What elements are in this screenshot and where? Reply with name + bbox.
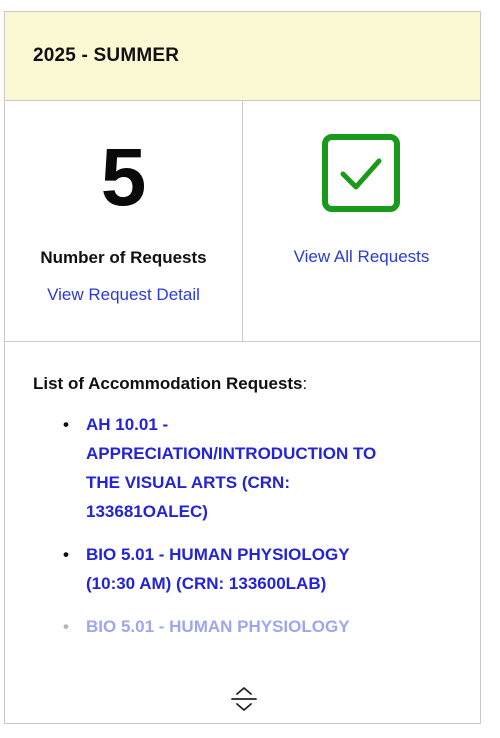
- view-request-detail-link[interactable]: View Request Detail: [5, 285, 242, 305]
- bullet-icon: •: [63, 415, 69, 434]
- list-title-suffix: :: [302, 374, 308, 393]
- list-title-text: List of Accommodation Requests: [33, 374, 303, 393]
- request-count-panel: 5 Number of Requests View Request Detail: [5, 101, 243, 341]
- stats-row: 5 Number of Requests View Request Detail…: [5, 101, 480, 342]
- term-card: 2025 - SUMMER 5 Number of Requests View …: [4, 11, 481, 724]
- bullet-icon: •: [63, 545, 69, 564]
- list-title: List of Accommodation Requests:: [33, 374, 480, 394]
- course-link[interactable]: AH 10.01 - APPRECIATION/INTRODUCTION TO …: [86, 415, 376, 521]
- course-link[interactable]: BIO 5.01 - HUMAN PHYSIOLOGY (10:30 AM) (…: [86, 545, 349, 593]
- view-all-requests-link[interactable]: View All Requests: [243, 247, 480, 267]
- all-requests-panel: View All Requests: [243, 101, 480, 341]
- expand-collapse-icon[interactable]: [229, 684, 259, 714]
- term-title: 2025 - SUMMER: [33, 45, 180, 66]
- request-count: 5: [100, 132, 147, 223]
- accommodation-request-list: • AH 10.01 - APPRECIATION/INTRODUCTION T…: [33, 410, 480, 641]
- check-square-icon: [321, 133, 401, 213]
- list-item[interactable]: • AH 10.01 - APPRECIATION/INTRODUCTION T…: [33, 410, 396, 526]
- course-link[interactable]: BIO 5.01 - HUMAN PHYSIOLOGY: [86, 617, 350, 636]
- list-item[interactable]: • BIO 5.01 - HUMAN PHYSIOLOGY: [33, 612, 396, 641]
- request-count-label: Number of Requests: [40, 248, 207, 267]
- accommodation-requests-section: List of Accommodation Requests: • AH 10.…: [5, 342, 480, 722]
- bullet-icon: •: [63, 617, 69, 636]
- list-item[interactable]: • BIO 5.01 - HUMAN PHYSIOLOGY (10:30 AM)…: [33, 540, 396, 598]
- card-header: 2025 - SUMMER: [5, 12, 480, 101]
